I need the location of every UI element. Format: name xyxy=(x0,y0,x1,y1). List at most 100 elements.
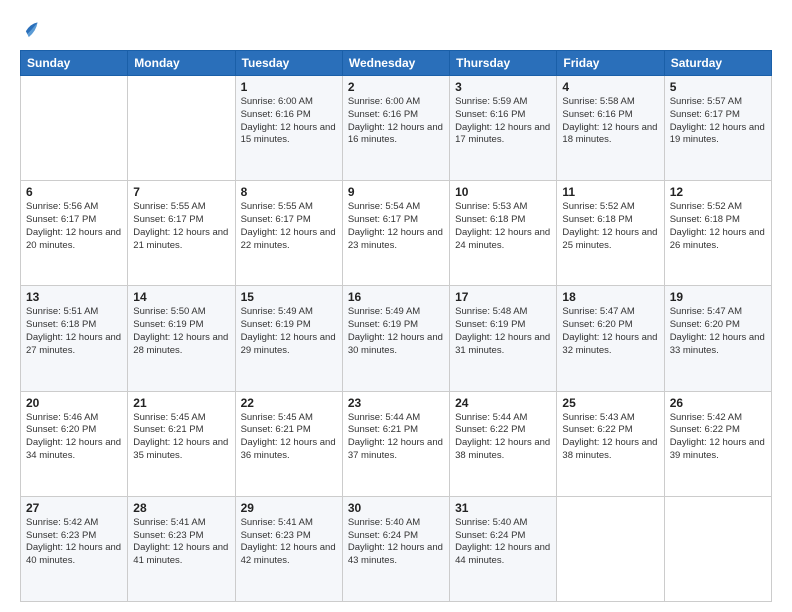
calendar: SundayMondayTuesdayWednesdayThursdayFrid… xyxy=(20,50,772,602)
calendar-cell: 20Sunrise: 5:46 AM Sunset: 6:20 PM Dayli… xyxy=(21,391,128,496)
day-number: 1 xyxy=(241,80,337,94)
calendar-cell: 24Sunrise: 5:44 AM Sunset: 6:22 PM Dayli… xyxy=(450,391,557,496)
day-info: Sunrise: 5:47 AM Sunset: 6:20 PM Dayligh… xyxy=(670,306,766,357)
day-info: Sunrise: 5:41 AM Sunset: 6:23 PM Dayligh… xyxy=(241,517,337,568)
week-row-1: 1 Sunrise: 6:00 AM Sunset: 6:16 PM Daylig… xyxy=(21,76,772,181)
calendar-cell: 5 Sunrise: 5:57 AM Sunset: 6:17 PM Daylig… xyxy=(664,76,771,181)
calendar-cell: 31 Sunrise: 5:40 AM Sunset: 6:24 PM Dayli… xyxy=(450,496,557,601)
calendar-cell: 13Sunrise: 5:51 AM Sunset: 6:18 PM Dayli… xyxy=(21,286,128,391)
day-number: 10 xyxy=(455,185,551,199)
calendar-cell: 28 Sunrise: 5:41 AM Sunset: 6:23 PM Dayli… xyxy=(128,496,235,601)
day-info: Sunrise: 6:00 AM Sunset: 6:16 PM Dayligh… xyxy=(348,96,444,147)
day-number: 30 xyxy=(348,501,444,515)
day-number: 22 xyxy=(241,396,337,410)
calendar-table: SundayMondayTuesdayWednesdayThursdayFrid… xyxy=(20,50,772,602)
day-info: Sunrise: 5:44 AM Sunset: 6:21 PM Dayligh… xyxy=(348,412,444,463)
day-number: 19 xyxy=(670,290,766,304)
day-number: 15 xyxy=(241,290,337,304)
day-info: Sunrise: 5:52 AM Sunset: 6:18 PM Dayligh… xyxy=(562,201,658,252)
weekday-header-row: SundayMondayTuesdayWednesdayThursdayFrid… xyxy=(21,51,772,76)
calendar-cell: 15 Sunrise: 5:49 AM Sunset: 6:19 PM Dayli… xyxy=(235,286,342,391)
weekday-header-wednesday: Wednesday xyxy=(342,51,449,76)
calendar-cell: 21 Sunrise: 5:45 AM Sunset: 6:21 PM Dayli… xyxy=(128,391,235,496)
day-number: 7 xyxy=(133,185,229,199)
calendar-cell: 26 Sunrise: 5:42 AM Sunset: 6:22 PM Dayli… xyxy=(664,391,771,496)
calendar-cell: 10 Sunrise: 5:53 AM Sunset: 6:18 PM Dayli… xyxy=(450,181,557,286)
calendar-cell: 3Sunrise: 5:59 AM Sunset: 6:16 PM Daylig… xyxy=(450,76,557,181)
day-number: 20 xyxy=(26,396,122,410)
day-number: 6 xyxy=(26,185,122,199)
day-info: Sunrise: 5:40 AM Sunset: 6:24 PM Dayligh… xyxy=(348,517,444,568)
day-number: 27 xyxy=(26,501,122,515)
calendar-cell: 9 Sunrise: 5:54 AM Sunset: 6:17 PM Daylig… xyxy=(342,181,449,286)
weekday-header-tuesday: Tuesday xyxy=(235,51,342,76)
day-info: Sunrise: 5:49 AM Sunset: 6:19 PM Dayligh… xyxy=(241,306,337,357)
day-number: 18 xyxy=(562,290,658,304)
day-info: Sunrise: 5:43 AM Sunset: 6:22 PM Dayligh… xyxy=(562,412,658,463)
calendar-cell xyxy=(21,76,128,181)
day-info: Sunrise: 5:54 AM Sunset: 6:17 PM Dayligh… xyxy=(348,201,444,252)
day-number: 16 xyxy=(348,290,444,304)
day-number: 28 xyxy=(133,501,229,515)
day-info: Sunrise: 5:55 AM Sunset: 6:17 PM Dayligh… xyxy=(133,201,229,252)
day-number: 26 xyxy=(670,396,766,410)
calendar-cell: 17Sunrise: 5:48 AM Sunset: 6:19 PM Dayli… xyxy=(450,286,557,391)
calendar-cell: 12Sunrise: 5:52 AM Sunset: 6:18 PM Dayli… xyxy=(664,181,771,286)
calendar-cell: 2 Sunrise: 6:00 AM Sunset: 6:16 PM Daylig… xyxy=(342,76,449,181)
calendar-cell: 11 Sunrise: 5:52 AM Sunset: 6:18 PM Dayli… xyxy=(557,181,664,286)
calendar-cell: 18 Sunrise: 5:47 AM Sunset: 6:20 PM Dayli… xyxy=(557,286,664,391)
day-info: Sunrise: 5:45 AM Sunset: 6:21 PM Dayligh… xyxy=(241,412,337,463)
calendar-cell: 7 Sunrise: 5:55 AM Sunset: 6:17 PM Daylig… xyxy=(128,181,235,286)
weekday-header-saturday: Saturday xyxy=(664,51,771,76)
day-info: Sunrise: 5:47 AM Sunset: 6:20 PM Dayligh… xyxy=(562,306,658,357)
day-info: Sunrise: 5:50 AM Sunset: 6:19 PM Dayligh… xyxy=(133,306,229,357)
header xyxy=(20,18,772,40)
weekday-header-friday: Friday xyxy=(557,51,664,76)
day-number: 4 xyxy=(562,80,658,94)
day-info: Sunrise: 5:49 AM Sunset: 6:19 PM Dayligh… xyxy=(348,306,444,357)
week-row-2: 6Sunrise: 5:56 AM Sunset: 6:17 PM Daylig… xyxy=(21,181,772,286)
day-number: 23 xyxy=(348,396,444,410)
day-info: Sunrise: 5:53 AM Sunset: 6:18 PM Dayligh… xyxy=(455,201,551,252)
day-info: Sunrise: 5:42 AM Sunset: 6:23 PM Dayligh… xyxy=(26,517,122,568)
day-info: Sunrise: 6:00 AM Sunset: 6:16 PM Dayligh… xyxy=(241,96,337,147)
page: SundayMondayTuesdayWednesdayThursdayFrid… xyxy=(0,0,792,612)
calendar-cell: 22 Sunrise: 5:45 AM Sunset: 6:21 PM Dayli… xyxy=(235,391,342,496)
day-number: 13 xyxy=(26,290,122,304)
calendar-cell: 23 Sunrise: 5:44 AM Sunset: 6:21 PM Dayli… xyxy=(342,391,449,496)
day-info: Sunrise: 5:41 AM Sunset: 6:23 PM Dayligh… xyxy=(133,517,229,568)
day-info: Sunrise: 5:42 AM Sunset: 6:22 PM Dayligh… xyxy=(670,412,766,463)
weekday-header-sunday: Sunday xyxy=(21,51,128,76)
day-number: 5 xyxy=(670,80,766,94)
calendar-cell: 6Sunrise: 5:56 AM Sunset: 6:17 PM Daylig… xyxy=(21,181,128,286)
day-info: Sunrise: 5:48 AM Sunset: 6:19 PM Dayligh… xyxy=(455,306,551,357)
week-row-5: 27 Sunrise: 5:42 AM Sunset: 6:23 PM Dayli… xyxy=(21,496,772,601)
calendar-cell: 1 Sunrise: 6:00 AM Sunset: 6:16 PM Daylig… xyxy=(235,76,342,181)
day-info: Sunrise: 5:57 AM Sunset: 6:17 PM Dayligh… xyxy=(670,96,766,147)
day-info: Sunrise: 5:45 AM Sunset: 6:21 PM Dayligh… xyxy=(133,412,229,463)
calendar-cell: 4Sunrise: 5:58 AM Sunset: 6:16 PM Daylig… xyxy=(557,76,664,181)
day-info: Sunrise: 5:52 AM Sunset: 6:18 PM Dayligh… xyxy=(670,201,766,252)
calendar-cell: 29Sunrise: 5:41 AM Sunset: 6:23 PM Dayli… xyxy=(235,496,342,601)
day-number: 24 xyxy=(455,396,551,410)
day-info: Sunrise: 5:59 AM Sunset: 6:16 PM Dayligh… xyxy=(455,96,551,147)
weekday-header-thursday: Thursday xyxy=(450,51,557,76)
day-number: 9 xyxy=(348,185,444,199)
day-number: 31 xyxy=(455,501,551,515)
day-number: 11 xyxy=(562,185,658,199)
calendar-cell: 14 Sunrise: 5:50 AM Sunset: 6:19 PM Dayli… xyxy=(128,286,235,391)
day-number: 25 xyxy=(562,396,658,410)
day-number: 2 xyxy=(348,80,444,94)
day-info: Sunrise: 5:55 AM Sunset: 6:17 PM Dayligh… xyxy=(241,201,337,252)
calendar-cell xyxy=(664,496,771,601)
calendar-cell: 27 Sunrise: 5:42 AM Sunset: 6:23 PM Dayli… xyxy=(21,496,128,601)
logo-bird-icon xyxy=(20,18,42,40)
logo xyxy=(20,18,46,40)
day-number: 21 xyxy=(133,396,229,410)
calendar-cell: 25 Sunrise: 5:43 AM Sunset: 6:22 PM Dayli… xyxy=(557,391,664,496)
weekday-header-monday: Monday xyxy=(128,51,235,76)
calendar-cell: 8Sunrise: 5:55 AM Sunset: 6:17 PM Daylig… xyxy=(235,181,342,286)
calendar-cell xyxy=(128,76,235,181)
day-info: Sunrise: 5:40 AM Sunset: 6:24 PM Dayligh… xyxy=(455,517,551,568)
day-number: 14 xyxy=(133,290,229,304)
